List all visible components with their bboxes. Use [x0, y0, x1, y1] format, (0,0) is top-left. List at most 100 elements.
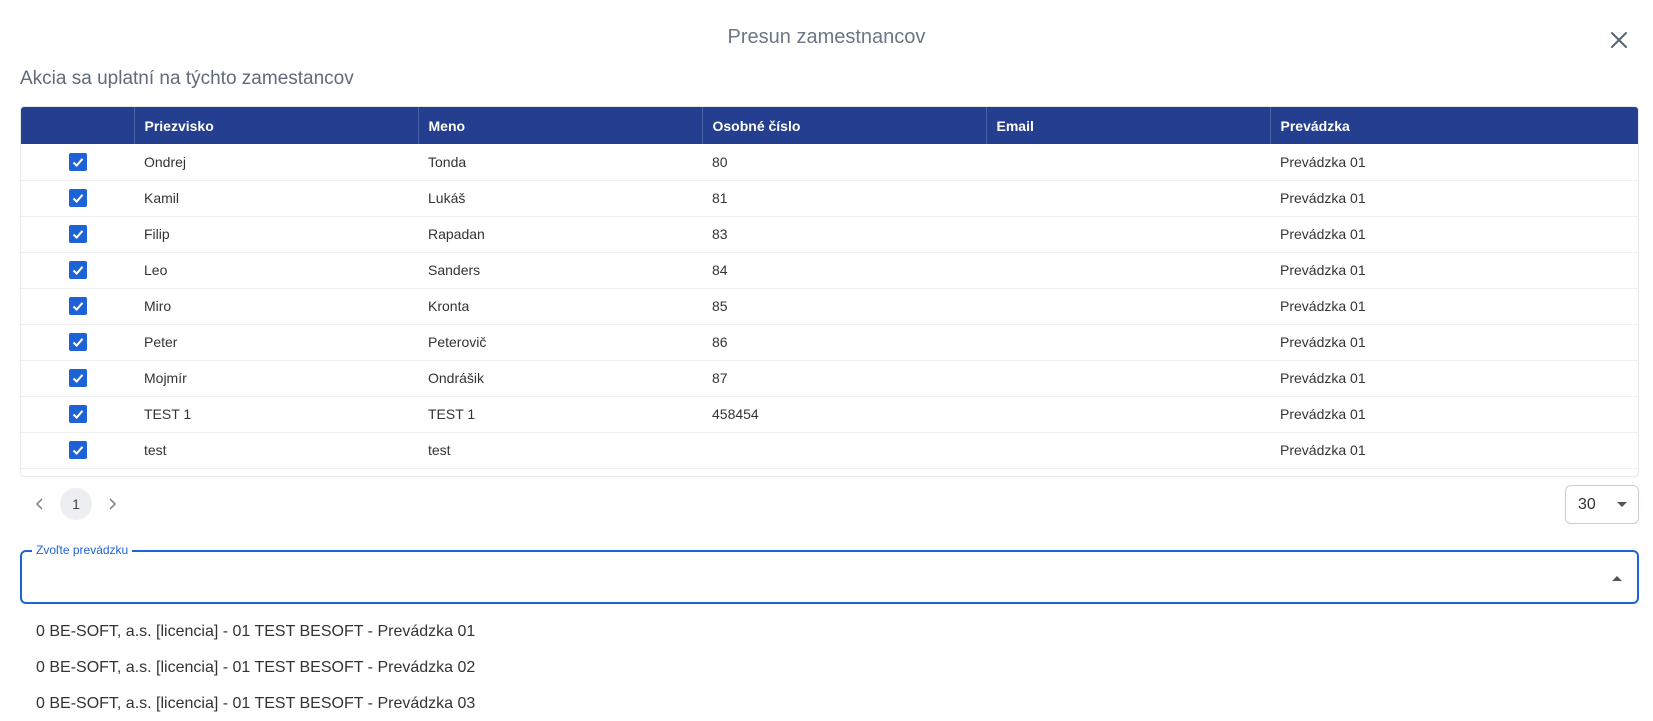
table-header-row: Priezvisko Meno Osobné číslo Email Prevá… — [21, 107, 1638, 144]
cell-osobne-cislo: 81 — [712, 190, 728, 206]
affected-employees-heading: Akcia sa uplatní na týchto zamestancov — [20, 68, 354, 89]
column-header-email[interactable]: Email — [985, 107, 1270, 144]
column-header-select — [21, 107, 134, 144]
cell-email — [986, 252, 1270, 288]
dialog-title: Presun zamestnancov — [727, 26, 926, 48]
cell-osobne-cislo — [702, 432, 986, 468]
cell-meno: Tonda — [428, 153, 467, 170]
table-row[interactable]: Miro Kronta 85 Prevádzka 01 — [21, 288, 1638, 324]
rows-per-page-value: 30 — [1578, 495, 1596, 513]
cell-email — [986, 216, 1270, 252]
cell-prevadzka: Prevádzka 01 — [1280, 298, 1366, 314]
cell-priezvisko: Mojmír — [144, 370, 187, 386]
column-header-osobne-cislo[interactable]: Osobné číslo — [701, 107, 986, 144]
checkbox-checked-icon[interactable] — [68, 405, 87, 424]
cell-email — [986, 396, 1270, 432]
cell-email — [986, 324, 1270, 360]
cell-priezvisko: Miro — [144, 298, 172, 314]
cell-prevadzka: Prevádzka 01 — [1280, 262, 1366, 278]
table-row[interactable]: TEST 1 TEST 1 458454 Prevádzka 01 — [21, 396, 1638, 432]
caret-down-icon — [1617, 502, 1627, 507]
cell-prevadzka: Prevádzka 01 — [1280, 442, 1366, 458]
cell-email — [986, 432, 1270, 468]
pagination: 1 — [28, 488, 124, 520]
cell-osobne-cislo: 80 — [712, 153, 728, 170]
cell-priezvisko: Ondrej — [144, 153, 187, 170]
next-page-button[interactable] — [100, 488, 124, 520]
table-row[interactable]: Kamil Lukáš 81 Prevádzka 01 — [21, 180, 1638, 216]
prevadzka-option[interactable]: 0 BE-SOFT, a.s. [licencia] - 01 TEST BES… — [20, 650, 1639, 686]
cell-meno: Sanders — [428, 262, 481, 278]
table-row[interactable]: Ondrej Tonda 80 Prevádzka 01 — [21, 144, 1638, 180]
chevron-right-icon — [109, 498, 117, 510]
row-checkbox-cell — [21, 396, 134, 432]
row-checkbox-cell — [21, 180, 134, 216]
cell-prevadzka: Prevádzka 01 — [1280, 153, 1366, 170]
move-employees-dialog: Presun zamestnancov Akcia sa uplatní na … — [0, 0, 1653, 721]
cell-meno: Peterovič — [428, 334, 487, 350]
checkbox-checked-icon[interactable] — [68, 225, 87, 244]
table-row[interactable]: Filip Rapadan 83 Prevádzka 01 — [21, 216, 1638, 252]
row-checkbox-cell — [21, 144, 134, 180]
cell-osobne-cislo: 458454 — [712, 406, 759, 422]
checkbox-checked-icon[interactable] — [68, 189, 87, 208]
cell-osobne-cislo: 87 — [712, 370, 728, 386]
prev-page-button[interactable] — [28, 488, 52, 520]
checkbox-checked-icon[interactable] — [68, 297, 87, 316]
caret-up-icon[interactable] — [1611, 574, 1623, 582]
close-button[interactable] — [1605, 26, 1633, 54]
cell-priezvisko: TEST 1 — [144, 406, 192, 422]
prevadzka-field-label: Zvoľte prevádzku — [32, 543, 133, 557]
cell-osobne-cislo: 86 — [712, 334, 728, 350]
table-row[interactable]: Mojmír Ondrášik 87 Prevádzka 01 — [21, 360, 1638, 396]
cell-prevadzka: Prevádzka 01 — [1280, 226, 1366, 242]
checkbox-checked-icon[interactable] — [68, 441, 87, 460]
cell-email — [986, 180, 1270, 216]
row-checkbox-cell — [21, 324, 134, 360]
cell-osobne-cislo: 85 — [712, 298, 728, 314]
prevadzka-option[interactable]: 0 BE-SOFT, a.s. [licencia] - 01 TEST BES… — [20, 686, 1639, 721]
cell-email — [986, 288, 1270, 324]
cell-prevadzka: Prevádzka 01 — [1280, 334, 1366, 350]
table-row[interactable]: Peter Peterovič 86 Prevádzka 01 — [21, 324, 1638, 360]
table-body: Ondrej Tonda 80 Prevádzka 01 Kamil Lukáš 81 Pre… — [21, 144, 1638, 468]
checkbox-checked-icon[interactable] — [68, 152, 87, 171]
rows-per-page-select[interactable]: 30 — [1565, 485, 1639, 524]
cell-priezvisko: Peter — [144, 334, 178, 350]
cell-email — [986, 144, 1270, 180]
prevadzka-search-input[interactable] — [32, 560, 1572, 594]
column-header-prevadzka[interactable]: Prevádzka — [1269, 107, 1638, 144]
close-icon — [1611, 32, 1627, 48]
table-row[interactable]: test test Prevádzka 01 — [21, 432, 1638, 468]
column-header-meno[interactable]: Meno — [417, 107, 702, 144]
cell-osobne-cislo: 83 — [712, 226, 728, 242]
cell-meno: test — [428, 442, 451, 458]
table-row[interactable]: Leo Sanders 84 Prevádzka 01 — [21, 252, 1638, 288]
column-header-priezvisko[interactable]: Priezvisko — [133, 107, 418, 144]
cell-meno: Ondrášik — [428, 370, 485, 386]
cell-priezvisko: Kamil — [144, 190, 180, 206]
cell-meno: Lukáš — [428, 190, 466, 206]
cell-prevadzka: Prevádzka 01 — [1280, 190, 1366, 206]
prevadzka-select-field[interactable]: Zvoľte prevádzku — [20, 543, 1639, 604]
row-checkbox-cell — [21, 360, 134, 396]
checkbox-checked-icon[interactable] — [68, 369, 87, 388]
cell-prevadzka: Prevádzka 01 — [1280, 370, 1366, 386]
cell-email — [986, 360, 1270, 396]
cell-prevadzka: Prevádzka 01 — [1280, 406, 1366, 422]
cell-priezvisko: test — [144, 442, 167, 458]
cell-osobne-cislo: 84 — [712, 262, 728, 278]
chevron-left-icon — [35, 498, 43, 510]
row-checkbox-cell — [21, 288, 134, 324]
checkbox-checked-icon[interactable] — [68, 261, 87, 280]
cell-meno: Rapadan — [428, 226, 485, 242]
cell-priezvisko: Filip — [144, 226, 170, 242]
cell-meno: TEST 1 — [428, 406, 476, 422]
cell-priezvisko: Leo — [144, 262, 168, 278]
prevadzka-option[interactable]: 0 BE-SOFT, a.s. [licencia] - 01 TEST BES… — [20, 614, 1639, 650]
cell-meno: Kronta — [428, 298, 470, 314]
row-checkbox-cell — [21, 432, 134, 468]
employees-table: Priezvisko Meno Osobné číslo Email Prevá… — [20, 106, 1639, 477]
checkbox-checked-icon[interactable] — [68, 333, 87, 352]
page-number-button[interactable]: 1 — [60, 488, 92, 520]
